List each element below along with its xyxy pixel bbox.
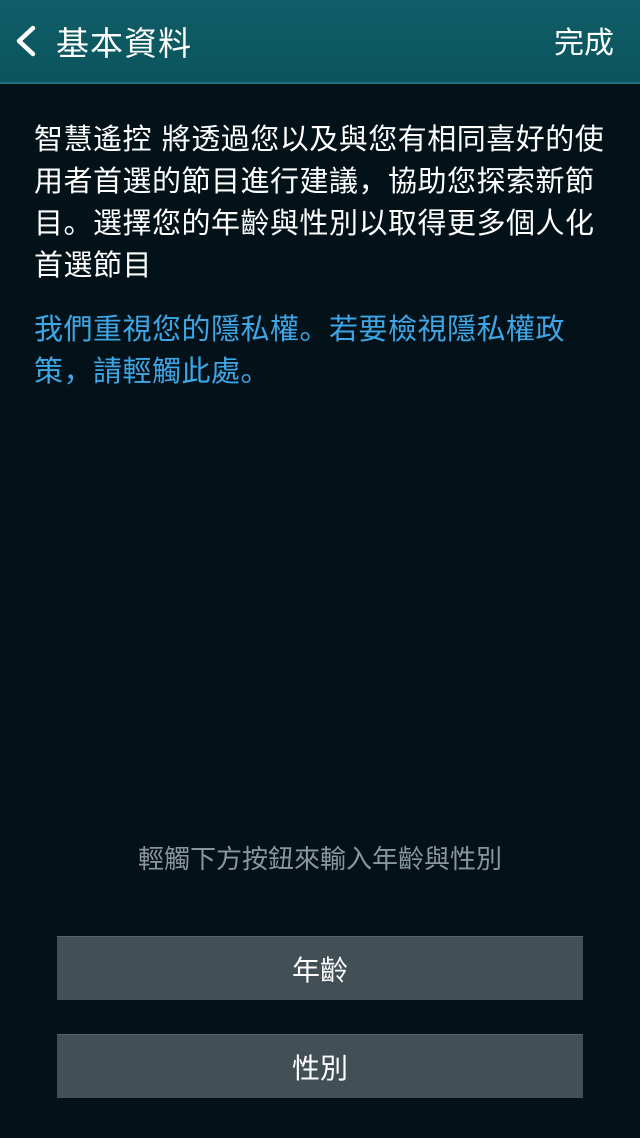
chevron-left-icon xyxy=(6,21,46,61)
back-button[interactable]: 基本資料 xyxy=(6,10,192,72)
instruction-text: 輕觸下方按鈕來輸入年齡與性別 xyxy=(137,845,502,875)
app-header: 基本資料 完成 xyxy=(0,0,640,84)
done-button[interactable]: 完成 xyxy=(554,18,614,62)
description-text: 智慧遙控 將透過您以及與您有相同喜好的使用者首選的節目進行建議，協助您探索新節目… xyxy=(34,122,605,282)
gender-button[interactable]: 性別 xyxy=(57,1034,583,1098)
age-button[interactable]: 年齡 xyxy=(57,936,583,1000)
page-title: 基本資料 xyxy=(56,24,192,63)
basic-info-screen: 基本資料 完成 智慧遙控 將透過您以及與您有相同喜好的使用者首選的節目進行建議，… xyxy=(0,0,640,1138)
privacy-policy-link[interactable]: 我們重視您的隱私權。若要檢視隱私權政策，請輕觸此處。 xyxy=(34,308,618,392)
